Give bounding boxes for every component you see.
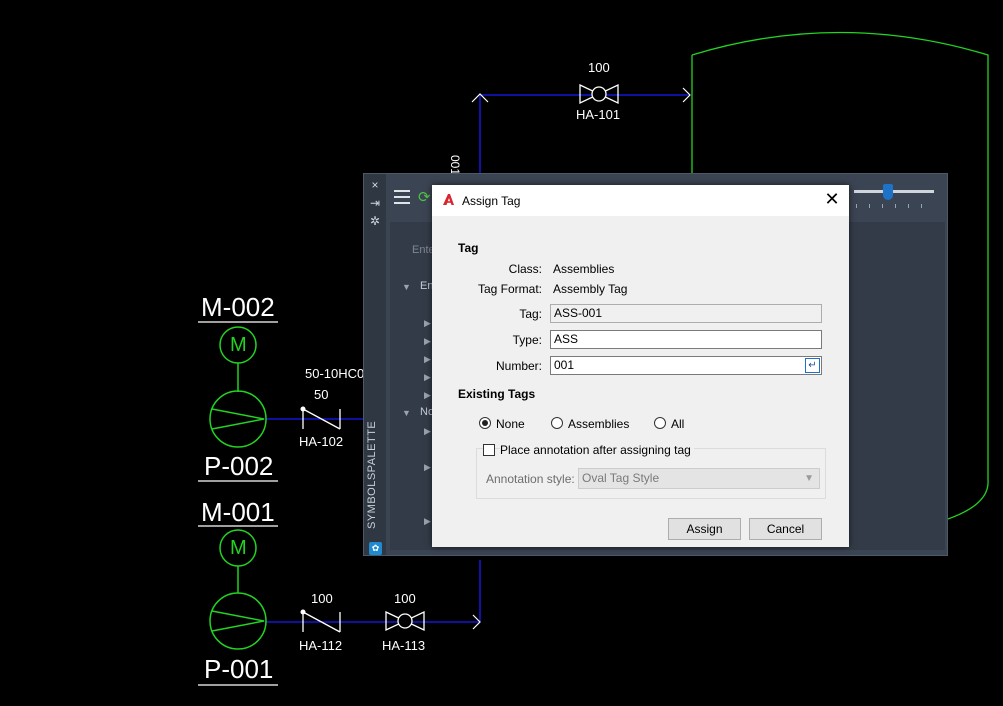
annotation-style-select[interactable]: Oval Tag Style ▼ bbox=[578, 468, 820, 489]
palette-title: SYMBOLSPALETTE bbox=[366, 420, 378, 529]
palette-logo-icon: ✿ bbox=[369, 542, 382, 555]
expand-arrow-icon[interactable]: ▼ bbox=[402, 408, 411, 418]
class-label: Class: bbox=[508, 262, 542, 276]
dialog-titlebar[interactable]: Assign Tag ✕ bbox=[432, 185, 849, 216]
dialog-title: Assign Tag bbox=[462, 194, 521, 208]
existing-tags-heading: Existing Tags bbox=[458, 387, 536, 401]
slider-ticks bbox=[856, 204, 934, 208]
radio-none-label[interactable]: None bbox=[496, 417, 525, 431]
pump-tag: P-002 bbox=[204, 451, 274, 481]
assign-tag-dialog: Assign Tag ✕ Tag Class: Assemblies Tag F… bbox=[432, 185, 849, 547]
annotation-style-label: Annotation style: bbox=[486, 472, 575, 486]
pump-icon bbox=[209, 592, 267, 650]
palette-strip: × ⇥ ✲ SYMBOLSPALETTE ✿ bbox=[364, 174, 386, 555]
pick-number-button[interactable]: ↵ bbox=[805, 358, 820, 373]
type-input[interactable]: ASS bbox=[550, 330, 822, 349]
valve-size: 100 bbox=[394, 591, 416, 606]
number-label: Number: bbox=[495, 359, 542, 373]
valve-size: 100 bbox=[311, 591, 333, 606]
place-annotation-checkbox[interactable] bbox=[483, 444, 495, 456]
number-input[interactable]: 001 ↵ bbox=[550, 356, 822, 375]
collapsed-arrow-icon[interactable]: ▶ bbox=[424, 354, 431, 365]
radio-assemblies-label[interactable]: Assemblies bbox=[568, 417, 629, 431]
line-label: 50-10HC0 bbox=[305, 366, 365, 381]
motor-tag: M-001 bbox=[201, 497, 275, 527]
valve-tag: HA-101 bbox=[576, 107, 621, 122]
assign-button[interactable]: Assign bbox=[668, 518, 741, 540]
radio-all-label[interactable]: All bbox=[671, 417, 684, 431]
valve-size: 100 bbox=[588, 60, 610, 75]
slider-thumb[interactable] bbox=[883, 184, 893, 200]
tag-label: Tag: bbox=[519, 307, 542, 321]
motor-letter: M bbox=[230, 334, 247, 356]
class-value: Assemblies bbox=[553, 262, 615, 276]
radio-assemblies[interactable] bbox=[551, 417, 563, 429]
autocad-logo-icon bbox=[443, 194, 454, 205]
collapsed-arrow-icon[interactable]: ▶ bbox=[424, 318, 431, 329]
close-icon[interactable]: × bbox=[368, 178, 382, 192]
collapsed-arrow-icon[interactable]: ▶ bbox=[424, 372, 431, 383]
tag-format-value: Assembly Tag bbox=[553, 282, 628, 296]
motor-letter: M bbox=[230, 537, 247, 559]
number-value[interactable]: 001 bbox=[554, 358, 574, 372]
refresh-icon[interactable]: ⟳ bbox=[418, 188, 431, 206]
collapsed-arrow-icon[interactable]: ▶ bbox=[424, 426, 431, 437]
collapsed-arrow-icon[interactable]: ▶ bbox=[424, 390, 431, 401]
pump-tag: P-001 bbox=[204, 654, 274, 684]
type-label: Type: bbox=[512, 333, 542, 347]
tag-format-label: Tag Format: bbox=[477, 282, 542, 296]
tag-field: ASS-001 bbox=[550, 304, 822, 323]
size-slider[interactable] bbox=[854, 190, 934, 193]
close-button[interactable]: ✕ bbox=[823, 189, 841, 209]
valve-tag: HA-102 bbox=[299, 434, 344, 449]
pump-icon bbox=[209, 390, 267, 448]
cancel-button[interactable]: Cancel bbox=[749, 518, 822, 540]
expand-arrow-icon[interactable]: ▼ bbox=[402, 282, 411, 292]
pin-icon[interactable]: ⇥ bbox=[368, 196, 382, 210]
collapsed-arrow-icon[interactable]: ▶ bbox=[424, 336, 431, 347]
settings-icon[interactable]: ✲ bbox=[368, 214, 382, 228]
menu-icon[interactable] bbox=[394, 190, 410, 204]
annotation-style-value: Oval Tag Style bbox=[582, 471, 660, 485]
radio-none[interactable] bbox=[479, 417, 491, 429]
collapsed-arrow-icon[interactable]: ▶ bbox=[424, 516, 431, 527]
valve-size: 50 bbox=[314, 387, 329, 402]
motor-tag: M-002 bbox=[201, 292, 275, 322]
collapsed-arrow-icon[interactable]: ▶ bbox=[424, 462, 431, 473]
chevron-down-icon: ▼ bbox=[804, 473, 814, 484]
valve-tag: HA-113 bbox=[382, 638, 426, 653]
tag-section-heading: Tag bbox=[458, 241, 479, 255]
place-annotation-label[interactable]: Place annotation after assigning tag bbox=[500, 443, 694, 457]
valve-tag: HA-112 bbox=[299, 638, 343, 653]
radio-all[interactable] bbox=[654, 417, 666, 429]
